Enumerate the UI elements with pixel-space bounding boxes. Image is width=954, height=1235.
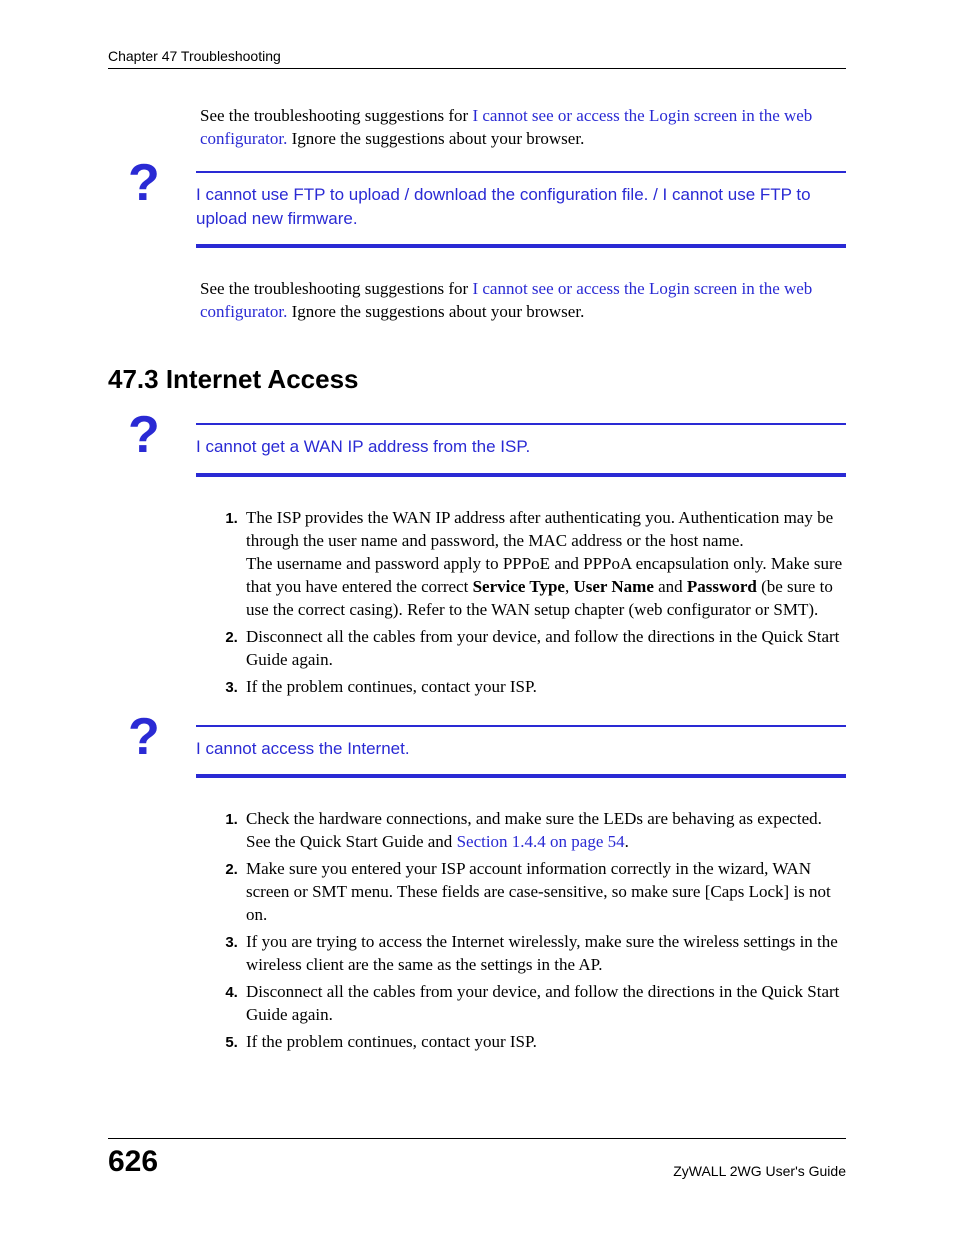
bold-text: User Name [573, 577, 653, 596]
chapter-header: Chapter 47 Troubleshooting [108, 48, 846, 69]
troubleshoot-box: I cannot get a WAN IP address from the I… [196, 423, 846, 477]
section-heading: 47.3 Internet Access [108, 364, 846, 395]
paragraph: See the troubleshooting suggestions for … [200, 105, 846, 151]
text: See the troubleshooting suggestions for [200, 279, 472, 298]
list-item: Disconnect all the cables from your devi… [242, 981, 846, 1027]
bold-text: Service Type [473, 577, 565, 596]
list-item: If the problem continues, contact your I… [242, 1031, 846, 1054]
troubleshoot-block: ? I cannot get a WAN IP address from the… [136, 423, 846, 477]
list-item: Check the hardware connections, and make… [242, 808, 846, 854]
bold-text: Password [687, 577, 757, 596]
troubleshoot-block: ? I cannot access the Internet. [136, 725, 846, 779]
list-item: The ISP provides the WAN IP address afte… [242, 507, 846, 622]
troubleshoot-title: I cannot use FTP to upload / download th… [196, 183, 846, 231]
troubleshoot-block: ? I cannot use FTP to upload / download … [136, 171, 846, 249]
question-mark-icon: ? [128, 409, 160, 461]
list-item: Make sure you entered your ISP account i… [242, 858, 846, 927]
text: Ignore the suggestions about your browse… [287, 129, 584, 148]
troubleshoot-box: I cannot use FTP to upload / download th… [196, 171, 846, 249]
troubleshoot-title: I cannot access the Internet. [196, 737, 846, 761]
troubleshoot-box: I cannot access the Internet. [196, 725, 846, 779]
ordered-list: Check the hardware connections, and make… [220, 808, 846, 1053]
text: Ignore the suggestions about your browse… [287, 302, 584, 321]
link-section-ref[interactable]: Section 1.4.4 on page 54 [457, 832, 625, 851]
page-number: 626 [108, 1145, 158, 1179]
question-mark-icon: ? [128, 157, 160, 209]
ordered-list: The ISP provides the WAN IP address afte… [220, 507, 846, 699]
question-mark-icon: ? [128, 711, 160, 763]
text: The ISP provides the WAN IP address afte… [246, 508, 833, 550]
guide-name: ZyWALL 2WG User's Guide [673, 1163, 846, 1179]
troubleshoot-title: I cannot get a WAN IP address from the I… [196, 435, 846, 459]
list-item: If you are trying to access the Internet… [242, 931, 846, 977]
text: See the troubleshooting suggestions for [200, 106, 472, 125]
page-footer: 626 ZyWALL 2WG User's Guide [108, 1138, 846, 1179]
list-item: If the problem continues, contact your I… [242, 676, 846, 699]
paragraph: See the troubleshooting suggestions for … [200, 278, 846, 324]
text: . [625, 832, 629, 851]
list-item: Disconnect all the cables from your devi… [242, 626, 846, 672]
text: and [654, 577, 687, 596]
